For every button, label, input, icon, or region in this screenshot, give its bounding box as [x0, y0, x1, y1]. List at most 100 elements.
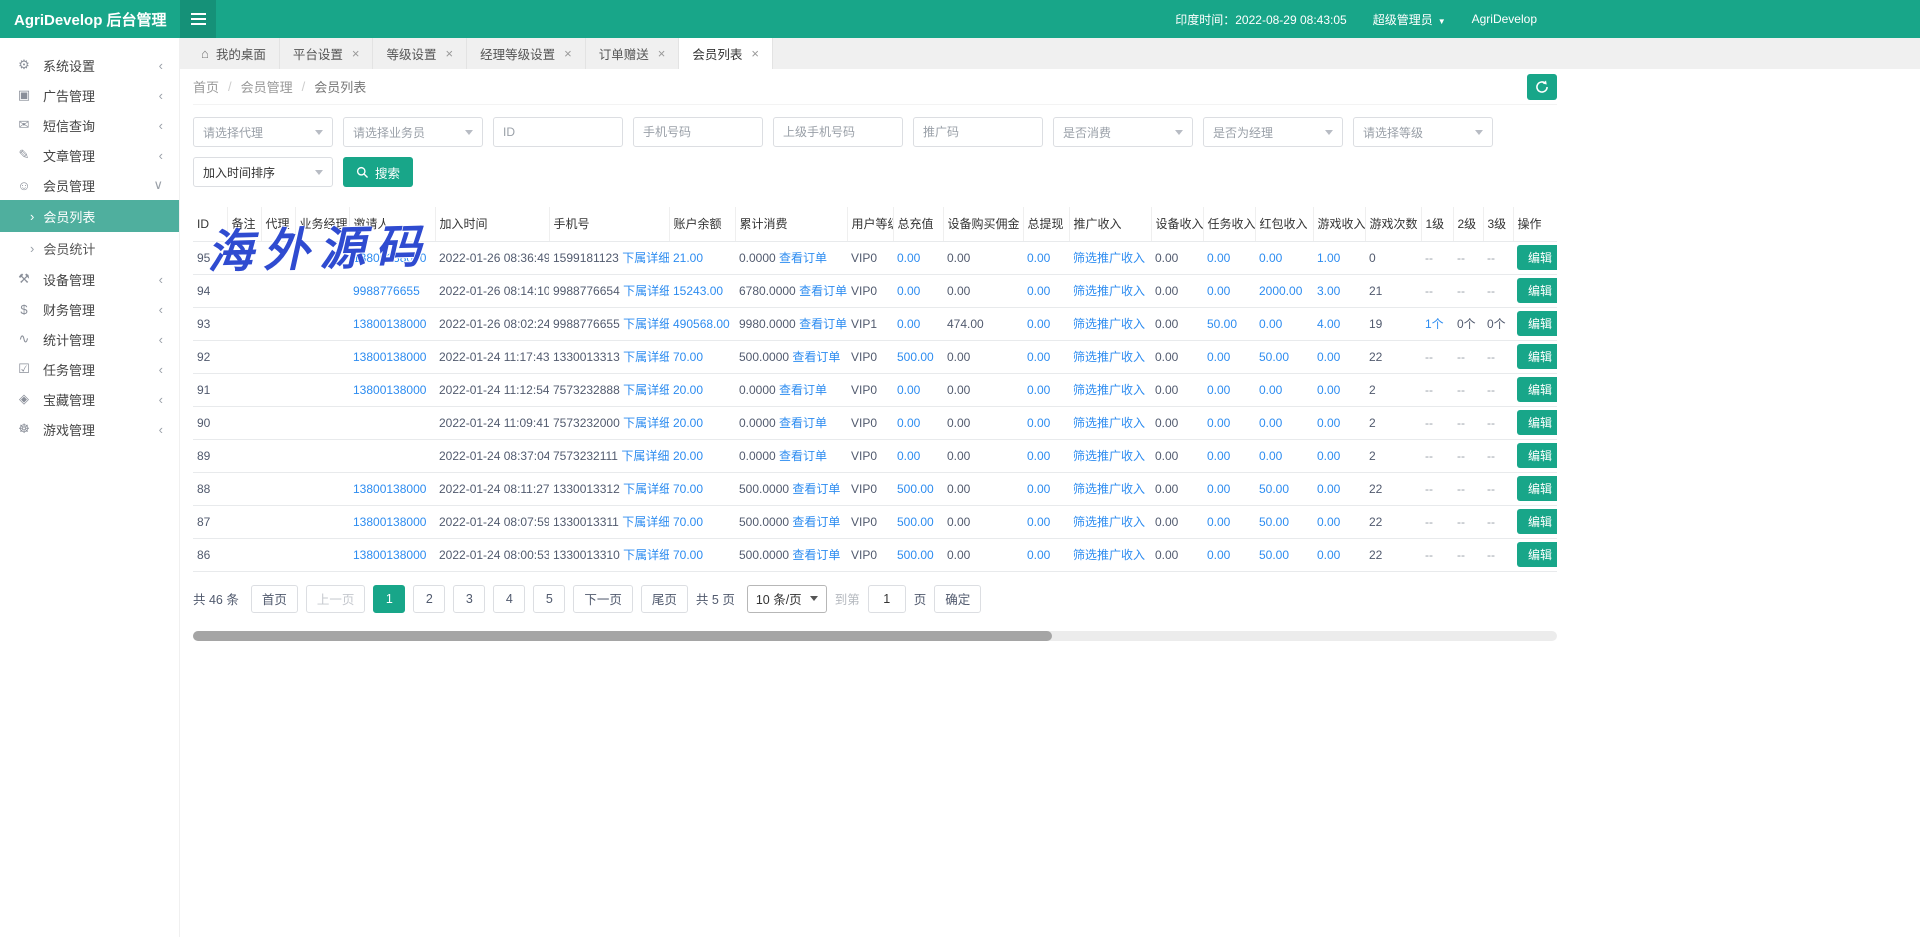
balance-link[interactable]: 70.00: [673, 350, 703, 364]
tab-manager-level-settings[interactable]: 经理等级设置×: [467, 38, 586, 69]
balance-link[interactable]: 20.00: [673, 449, 703, 463]
withdraw-link[interactable]: 0.00: [1027, 548, 1050, 562]
inviter-link[interactable]: 13800138000: [353, 317, 426, 331]
edit-button[interactable]: 编辑: [1517, 245, 1557, 270]
confirm-button[interactable]: 确定: [934, 585, 981, 613]
goto-page-input[interactable]: [868, 585, 906, 613]
inviter-link[interactable]: 13800138000: [353, 548, 426, 562]
view-orders-link[interactable]: 查看订单: [799, 317, 847, 331]
redpacket-income-link[interactable]: 50.00: [1259, 548, 1289, 562]
sidebar-subitem-member-stats[interactable]: ›会员统计: [0, 232, 179, 264]
withdraw-link[interactable]: 0.00: [1027, 317, 1050, 331]
balance-link[interactable]: 20.00: [673, 416, 703, 430]
game-income-link[interactable]: 0.00: [1317, 416, 1340, 430]
withdraw-link[interactable]: 0.00: [1027, 449, 1050, 463]
sidebar-item-task-management[interactable]: ☑任务管理‹: [0, 354, 179, 384]
subordinate-detail-link[interactable]: 下属详细: [621, 449, 669, 463]
filter-promo-income-link[interactable]: 筛选推广收入: [1073, 449, 1145, 463]
inviter-link[interactable]: 13800138000: [353, 350, 426, 364]
withdraw-link[interactable]: 0.00: [1027, 383, 1050, 397]
withdraw-link[interactable]: 0.00: [1027, 284, 1050, 298]
refresh-button[interactable]: [1527, 74, 1557, 100]
balance-link[interactable]: 15243.00: [673, 284, 723, 298]
game-income-link[interactable]: 1.00: [1317, 251, 1340, 265]
redpacket-income-link[interactable]: 50.00: [1259, 350, 1289, 364]
edit-button[interactable]: 编辑: [1517, 476, 1557, 501]
task-income-link[interactable]: 0.00: [1207, 515, 1230, 529]
withdraw-link[interactable]: 0.00: [1027, 350, 1050, 364]
view-orders-link[interactable]: 查看订单: [792, 482, 840, 496]
sidebar-item-game-management[interactable]: ☸游戏管理‹: [0, 414, 179, 444]
task-income-link[interactable]: 0.00: [1207, 482, 1230, 496]
close-icon[interactable]: ×: [352, 46, 360, 61]
close-icon[interactable]: ×: [751, 46, 759, 61]
sidebar-item-finance-management[interactable]: $财务管理‹: [0, 294, 179, 324]
sidebar-item-device-management[interactable]: ⚒设备管理‹: [0, 264, 179, 294]
horizontal-scrollbar[interactable]: [193, 631, 1557, 641]
view-orders-link[interactable]: 查看订单: [792, 548, 840, 562]
filter-promo-income-link[interactable]: 筛选推广收入: [1073, 350, 1145, 364]
subordinate-detail-link[interactable]: 下属详细: [623, 284, 669, 298]
redpacket-income-link[interactable]: 0.00: [1259, 449, 1282, 463]
redpacket-income-link[interactable]: 0.00: [1259, 416, 1282, 430]
view-orders-link[interactable]: 查看订单: [779, 416, 827, 430]
task-income-link[interactable]: 0.00: [1207, 449, 1230, 463]
withdraw-link[interactable]: 0.00: [1027, 515, 1050, 529]
page-button-3[interactable]: 3: [453, 585, 485, 613]
balance-link[interactable]: 490568.00: [673, 317, 730, 331]
recharge-link[interactable]: 0.00: [897, 383, 920, 397]
sidebar-subitem-member-list[interactable]: ›会员列表: [0, 200, 179, 232]
balance-link[interactable]: 70.00: [673, 548, 703, 562]
filter-promo-income-link[interactable]: 筛选推广收入: [1073, 284, 1145, 298]
phone-filter-input[interactable]: [633, 117, 763, 147]
balance-link[interactable]: 21.00: [673, 251, 703, 265]
subordinate-detail-link[interactable]: 下属详细: [623, 416, 669, 430]
game-income-link[interactable]: 0.00: [1317, 350, 1340, 364]
level-filter-select[interactable]: 请选择等级: [1353, 117, 1493, 147]
search-button[interactable]: 搜索: [343, 157, 413, 187]
recharge-link[interactable]: 500.00: [897, 548, 934, 562]
sidebar-item-sms-query[interactable]: ✉短信查询‹: [0, 110, 179, 140]
close-icon[interactable]: ×: [446, 46, 454, 61]
filter-promo-income-link[interactable]: 筛选推广收入: [1073, 251, 1145, 265]
balance-link[interactable]: 70.00: [673, 515, 703, 529]
recharge-link[interactable]: 0.00: [897, 284, 920, 298]
withdraw-link[interactable]: 0.00: [1027, 416, 1050, 430]
recharge-link[interactable]: 500.00: [897, 482, 934, 496]
view-orders-link[interactable]: 查看订单: [779, 251, 827, 265]
edit-button[interactable]: 编辑: [1517, 509, 1557, 534]
recharge-link[interactable]: 0.00: [897, 251, 920, 265]
sidebar-item-member-management[interactable]: ☺会员管理∨: [0, 170, 179, 200]
game-income-link[interactable]: 0.00: [1317, 482, 1340, 496]
task-income-link[interactable]: 0.00: [1207, 548, 1230, 562]
page-button-5[interactable]: 5: [533, 585, 565, 613]
role-menu[interactable]: 超级管理员▼: [1373, 11, 1446, 28]
redpacket-income-link[interactable]: 2000.00: [1259, 284, 1302, 298]
task-income-link[interactable]: 50.00: [1207, 317, 1237, 331]
redpacket-income-link[interactable]: 50.00: [1259, 515, 1289, 529]
tab-order-gift[interactable]: 订单赠送×: [586, 38, 680, 69]
edit-button[interactable]: 编辑: [1517, 311, 1557, 336]
recharge-link[interactable]: 500.00: [897, 350, 934, 364]
edit-button[interactable]: 编辑: [1517, 443, 1557, 468]
task-income-link[interactable]: 0.00: [1207, 416, 1230, 430]
page-button-2[interactable]: 2: [413, 585, 445, 613]
sidebar-item-system-settings[interactable]: ⚙系统设置‹: [0, 50, 179, 80]
filter-promo-income-link[interactable]: 筛选推广收入: [1073, 515, 1145, 529]
balance-link[interactable]: 20.00: [673, 383, 703, 397]
subordinate-detail-link[interactable]: 下属详细: [622, 251, 669, 265]
inviter-link[interactable]: 13800138000: [353, 383, 426, 397]
view-orders-link[interactable]: 查看订单: [779, 383, 827, 397]
view-orders-link[interactable]: 查看订单: [792, 350, 840, 364]
edit-button[interactable]: 编辑: [1517, 278, 1557, 303]
last-page-button[interactable]: 尾页: [641, 585, 688, 613]
view-orders-link[interactable]: 查看订单: [792, 515, 840, 529]
recharge-link[interactable]: 0.00: [897, 317, 920, 331]
task-income-link[interactable]: 0.00: [1207, 383, 1230, 397]
view-orders-link[interactable]: 查看订单: [779, 449, 827, 463]
filter-promo-income-link[interactable]: 筛选推广收入: [1073, 416, 1145, 430]
breadcrumb-item[interactable]: 会员列表: [314, 77, 366, 96]
close-icon[interactable]: ×: [658, 46, 666, 61]
balance-link[interactable]: 70.00: [673, 482, 703, 496]
breadcrumb-item[interactable]: 会员管理: [241, 77, 293, 96]
